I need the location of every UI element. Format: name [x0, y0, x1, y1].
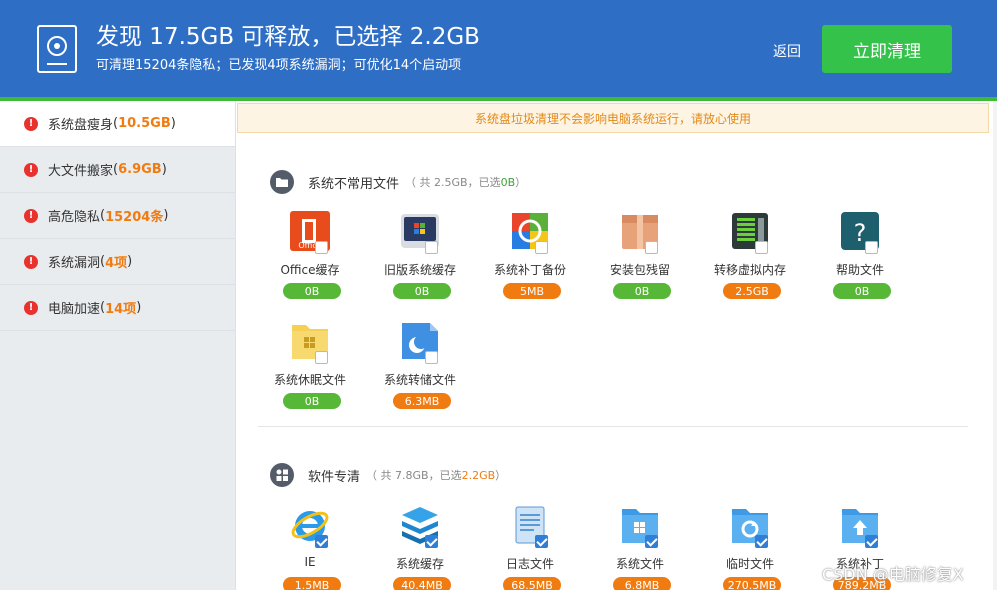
alert-icon: ! [24, 116, 38, 131]
alert-icon: ! [24, 162, 38, 177]
file-tile-temp[interactable]: 临时文件 270.5MB [700, 505, 800, 590]
section-header-system-files: 系统不常用文件 （ 共 2.5GB，已选 0B ） [270, 170, 526, 194]
tile-checkbox[interactable] [315, 241, 328, 254]
folder-icon [270, 170, 294, 194]
file-tile-old-system-cache[interactable]: 旧版系统缓存 0B [370, 211, 470, 311]
sidebar-item-system-disk[interactable]: ! 系统盘瘦身 ( 10.5GB ) [0, 101, 235, 147]
tile-checkbox[interactable] [865, 535, 878, 548]
cleanup-window: 发现 17.5GB 可释放，已选择 2.2GB 可清理15204条隐私；已发现4… [0, 0, 997, 590]
tile-label: 临时文件 [725, 557, 774, 571]
section-meta: （ 共 7.8GB，已选 [366, 469, 462, 482]
tile-label: 日志文件 [505, 557, 554, 571]
tile-label: 系统缓存 [395, 557, 444, 571]
sidebar-item-large-files[interactable]: ! 大文件搬家 ( 6.9GB ) [0, 147, 235, 193]
sidebar-item-label: 电脑加速 [48, 302, 101, 317]
file-tile-dump[interactable]: 系统转储文件 6.3MB [370, 321, 470, 421]
tile-checkbox[interactable] [315, 351, 328, 364]
tile-checkbox[interactable] [755, 241, 768, 254]
section-header-software-clean: 软件专清 （ 共 7.8GB，已选 2.2GB ） [270, 463, 506, 487]
sidebar-item-count: 10.5GB [118, 116, 171, 131]
tile-label: 系统补丁备份 [493, 263, 566, 277]
tile-checkbox[interactable] [315, 535, 328, 548]
size-badge: 0B [283, 283, 341, 299]
summary-title: 发现 17.5GB 可释放，已选择 2.2GB [96, 24, 480, 50]
back-button[interactable]: 返回 [773, 41, 801, 61]
tile-label: 系统休眠文件 [273, 373, 346, 387]
size-badge: 6.8MB [613, 577, 671, 590]
sidebar-item-label: 系统盘瘦身 [48, 118, 114, 133]
alert-icon: ! [24, 254, 38, 269]
alert-icon: ! [24, 208, 38, 223]
clean-now-button[interactable]: 立即清理 [822, 25, 952, 73]
sidebar-item-speedup[interactable]: ! 电脑加速 ( 14项 ) [0, 285, 235, 331]
file-tile-log[interactable]: 日志文件 68.5MB [480, 505, 580, 590]
category-sidebar: ! 系统盘瘦身 ( 10.5GB ) ! 大文件搬家 ( 6.9GB ) ! 高… [0, 101, 236, 590]
tile-checkbox[interactable] [535, 535, 548, 548]
summary-subtitle: 可清理15204条隐私；已发现4项系统漏洞；可优化14个启动项 [96, 58, 462, 73]
tile-label: 转移虚拟内存 [713, 263, 786, 277]
file-tile-ie[interactable]: IE 1.5MB [260, 505, 360, 590]
section-selected: 2.2GB [461, 468, 496, 482]
section-title: 系统不常用文件 [308, 176, 400, 192]
size-badge: 0B [393, 283, 451, 299]
tile-label: Office缓存 [280, 263, 340, 277]
size-badge: 6.3MB [393, 393, 451, 409]
size-badge: 0B [283, 393, 341, 409]
hard-drive-icon [37, 25, 77, 73]
size-badge: 2.5GB [723, 283, 781, 299]
tile-checkbox[interactable] [755, 535, 768, 548]
file-tile-help-files[interactable]: ? 帮助文件 0B [810, 211, 910, 311]
tile-checkbox[interactable] [645, 241, 658, 254]
sidebar-item-count: 4项 [105, 256, 128, 271]
header-bar: 发现 17.5GB 可释放，已选择 2.2GB 可清理15204条隐私；已发现4… [0, 0, 997, 97]
size-badge: 40.4MB [393, 577, 451, 590]
file-tile-installer-leftovers[interactable]: 安装包残留 0B [590, 211, 690, 311]
sidebar-item-count: 14项 [105, 302, 137, 317]
tile-checkbox[interactable] [865, 241, 878, 254]
size-badge: 0B [613, 283, 671, 299]
sidebar-item-label: 大文件搬家 [48, 164, 114, 179]
tile-label: IE [304, 555, 316, 569]
size-badge: 270.5MB [723, 577, 781, 590]
file-tile-office-cache[interactable]: Office Office缓存 0B [260, 211, 360, 311]
size-badge: 68.5MB [503, 577, 561, 590]
size-badge: 1.5MB [283, 577, 341, 590]
size-badge: 5MB [503, 283, 561, 299]
watermark-text: CSDN @电脑修复X [822, 565, 964, 584]
sidebar-item-count: 6.9GB [118, 162, 162, 177]
apps-grid-icon [270, 463, 294, 487]
sidebar-item-label: 高危隐私 [48, 210, 101, 225]
tile-label: 系统转储文件 [383, 373, 456, 387]
section-meta: （ 共 2.5GB，已选 [405, 176, 501, 189]
file-tile-system-cache[interactable]: 系统缓存 40.4MB [370, 505, 470, 590]
sidebar-item-vulnerabilities[interactable]: ! 系统漏洞 ( 4项 ) [0, 239, 235, 285]
tile-checkbox[interactable] [535, 241, 548, 254]
file-tile-patch-backup[interactable]: 系统补丁备份 5MB [480, 211, 580, 311]
section-title: 软件专清 [308, 469, 361, 485]
alert-icon: ! [24, 300, 38, 315]
tile-checkbox[interactable] [425, 535, 438, 548]
file-tile-virtual-memory[interactable]: 转移虚拟内存 2.5GB [700, 211, 800, 311]
file-tile-hibernate[interactable]: 系统休眠文件 0B [260, 321, 360, 421]
file-tile-system-files[interactable]: 系统文件 6.8MB [590, 505, 690, 590]
tile-label: 安装包残留 [609, 263, 670, 277]
tile-label: 帮助文件 [835, 263, 884, 277]
section-divider [258, 426, 968, 427]
tile-checkbox[interactable] [425, 351, 438, 364]
tile-label: 旧版系统缓存 [383, 263, 456, 277]
size-badge: 0B [833, 283, 891, 299]
section-selected: 0B [500, 175, 516, 189]
sidebar-item-privacy[interactable]: ! 高危隐私 ( 15204条 ) [0, 193, 235, 239]
reassurance-notice: 系统盘垃圾清理不会影响电脑系统运行，请放心使用 [237, 103, 989, 133]
sidebar-item-count: 15204条 [105, 210, 164, 225]
tile-checkbox[interactable] [645, 535, 658, 548]
tile-label: 系统文件 [615, 557, 664, 571]
tile-checkbox[interactable] [425, 241, 438, 254]
sidebar-item-label: 系统漏洞 [48, 256, 101, 271]
scrollbar[interactable] [993, 101, 997, 590]
